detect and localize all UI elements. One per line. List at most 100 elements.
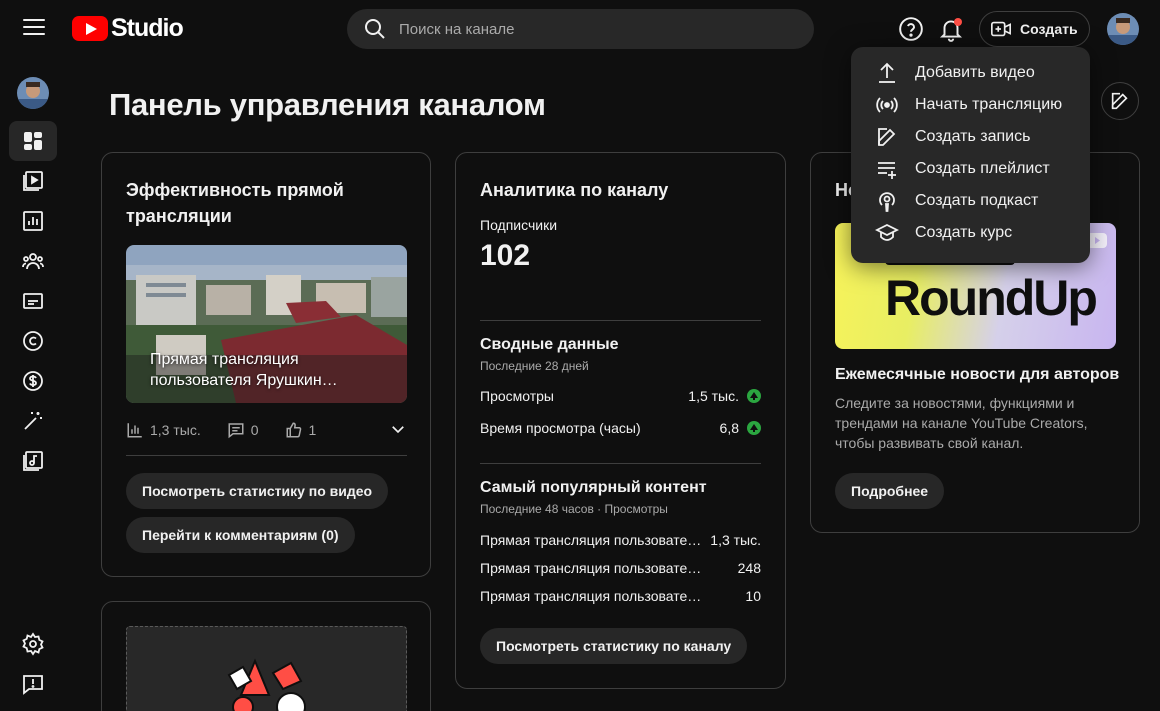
thumbs-up-icon <box>286 422 301 438</box>
live-icon <box>876 97 898 113</box>
video-thumbnail[interactable]: Прямая трансляция пользователя Ярушкин… <box>126 245 407 403</box>
views-stat: 1,3 тыс. <box>126 421 201 439</box>
sidebar-item-analytics[interactable] <box>9 201 57 241</box>
sidebar-item-community[interactable] <box>9 241 57 281</box>
top-content-value: 248 <box>737 560 761 576</box>
logo-text: Studio <box>111 13 184 42</box>
sidebar-item-subtitles[interactable] <box>9 281 57 321</box>
menu-item-label: Начать трансляцию <box>915 96 1063 113</box>
content-icon <box>23 171 43 191</box>
menu-item-go-live[interactable]: Начать трансляцию <box>851 89 1090 121</box>
summary-subtitle: Последние 28 дней <box>480 359 589 373</box>
notification-badge <box>954 18 962 26</box>
course-icon <box>875 223 899 241</box>
likes-stat: 1 <box>285 421 317 439</box>
search-input[interactable] <box>399 20 779 38</box>
illustration-placeholder <box>126 626 407 711</box>
channel-stats-button[interactable]: Посмотреть статистику по каналу <box>480 628 748 664</box>
divider <box>126 455 407 456</box>
go-to-comments-button[interactable]: Перейти к комментариям (0) <box>126 517 355 553</box>
video-title: Прямая трансляция пользователя Ярушкин… <box>150 351 338 389</box>
sidebar-item-content[interactable] <box>9 161 57 201</box>
live-performance-card: Эффективность прямой трансляции Прямая т… <box>101 152 431 577</box>
create-menu: Добавить видео Начать трансляцию Создать… <box>851 47 1090 263</box>
menu-item-label: Создать запись <box>915 128 1031 145</box>
likes-count: 1 <box>308 422 317 438</box>
video-stats-row: 1,3 тыс. 0 1 <box>126 418 407 442</box>
menu-icon[interactable] <box>23 19 45 37</box>
top-content-value: 1,3 тыс. <box>710 532 761 548</box>
metric-name: Время просмотра (часы) <box>480 420 641 436</box>
summary-title: Сводные данные <box>480 336 619 353</box>
chevron-down-icon[interactable] <box>389 420 407 438</box>
podcast-icon <box>879 192 895 212</box>
channel-analytics-card: Аналитика по каналу Подписчики 102 Сводн… <box>455 152 786 689</box>
trend-up-icon <box>747 421 761 435</box>
top-content-title: Самый популярный контент <box>480 479 707 496</box>
magic-wand-icon <box>24 412 42 430</box>
divider <box>480 463 761 464</box>
menu-item-create-post[interactable]: Создать запись <box>851 121 1090 153</box>
top-content-name: Прямая трансляция пользовате… <box>480 560 702 576</box>
search-bar <box>347 9 814 49</box>
audio-library-icon <box>23 451 43 471</box>
creative-tools-illustration <box>227 658 306 711</box>
sidebar-item-audio-library[interactable] <box>9 441 57 481</box>
menu-item-upload-video[interactable]: Добавить видео <box>851 57 1090 89</box>
roundup-text: RoundUp <box>885 270 1098 326</box>
bar-chart-icon <box>127 423 142 438</box>
post-icon <box>878 128 896 146</box>
create-content-card <box>101 601 431 711</box>
notifications-button[interactable] <box>938 15 964 43</box>
trend-up-icon <box>747 389 761 403</box>
menu-item-create-podcast[interactable]: Создать подкаст <box>851 185 1090 217</box>
community-icon <box>22 253 44 270</box>
create-button[interactable]: Создать <box>979 11 1090 47</box>
channel-avatar[interactable] <box>17 77 49 109</box>
sidebar-item-copyright[interactable] <box>9 321 57 361</box>
feedback-icon <box>23 675 43 695</box>
top-content-name: Прямая трансляция пользовате… <box>480 532 702 548</box>
sidebar <box>0 56 64 711</box>
edit-dashboard-button[interactable] <box>1101 82 1139 120</box>
menu-item-label: Создать курс <box>915 224 1013 241</box>
sidebar-item-customization[interactable] <box>9 401 57 441</box>
comments-count: 0 <box>250 422 259 438</box>
earn-icon <box>23 371 43 391</box>
analytics-icon <box>23 211 43 231</box>
youtube-logo-icon <box>72 15 108 41</box>
metric-value: 6,8 <box>719 420 739 436</box>
analytics-title: Аналитика по каналу <box>480 180 669 200</box>
dashboard-icon <box>24 132 42 150</box>
sidebar-item-earn[interactable] <box>9 361 57 401</box>
top-content-name: Прямая трансляция пользовате… <box>480 588 702 604</box>
metric-row: Просмотры 1,5 тыс. <box>480 388 761 404</box>
subscribers-label: Подписчики <box>480 217 558 233</box>
upload-icon <box>879 62 895 83</box>
video-stats-button[interactable]: Посмотреть статистику по видео <box>126 473 389 509</box>
help-icon[interactable] <box>898 16 924 42</box>
account-avatar[interactable] <box>1107 13 1139 45</box>
search-icon[interactable] <box>363 17 387 41</box>
add-video-icon <box>991 21 1011 37</box>
copyright-icon <box>23 331 43 351</box>
sidebar-item-settings[interactable] <box>9 624 57 664</box>
top-content-row[interactable]: Прямая трансляция пользовате… 1,3 тыс. <box>480 532 761 548</box>
subscribers-value: 102 <box>480 239 531 272</box>
sidebar-item-feedback[interactable] <box>9 664 57 704</box>
metric-row: Время просмотра (часы) 6,8 <box>480 420 761 436</box>
learn-more-button[interactable]: Подробнее <box>835 473 945 509</box>
menu-item-label: Создать плейлист <box>915 160 1050 177</box>
menu-item-label: Добавить видео <box>915 64 1035 81</box>
menu-item-create-playlist[interactable]: Создать плейлист <box>851 153 1090 185</box>
top-content-value: 10 <box>745 588 761 604</box>
metric-name: Просмотры <box>480 388 554 404</box>
menu-item-label: Создать подкаст <box>915 192 1039 209</box>
menu-item-create-course[interactable]: Создать курс <box>851 217 1090 249</box>
sidebar-item-dashboard[interactable] <box>9 121 57 161</box>
page-title: Панель управления каналом <box>109 87 546 122</box>
views-count: 1,3 тыс. <box>150 422 201 438</box>
top-content-row[interactable]: Прямая трансляция пользовате… 10 <box>480 588 761 604</box>
studio-logo[interactable]: Studio <box>72 13 184 42</box>
top-content-row[interactable]: Прямая трансляция пользовате… 248 <box>480 560 761 576</box>
